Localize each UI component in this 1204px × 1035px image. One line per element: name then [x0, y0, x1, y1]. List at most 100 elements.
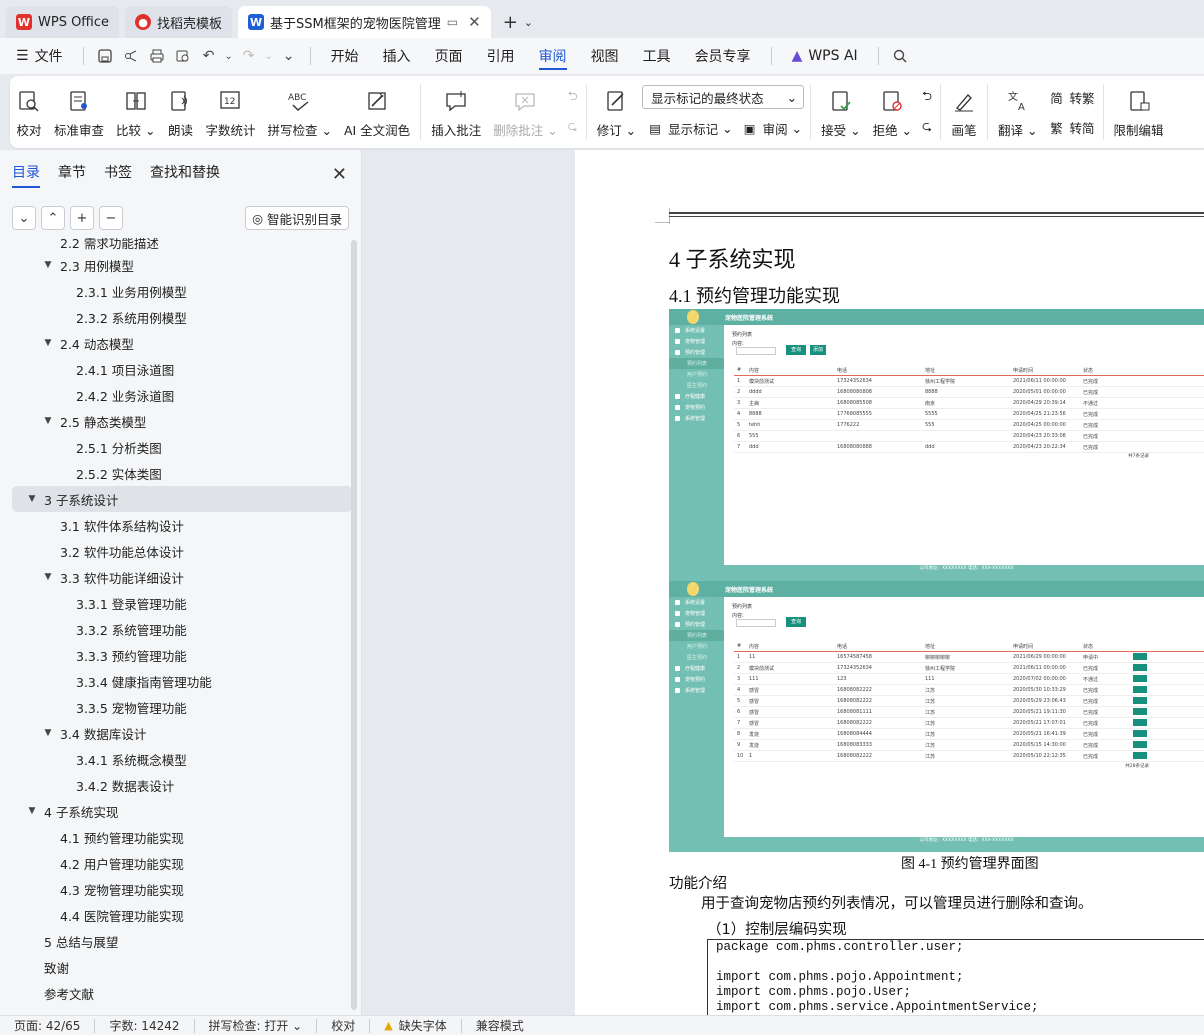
- page-indicator[interactable]: 页面: 42/65: [0, 1018, 96, 1033]
- toc-item[interactable]: 2.4.2 业务泳道图: [12, 382, 352, 408]
- new-tab-button[interactable]: + ⌄: [497, 6, 539, 38]
- display-mode-select[interactable]: 显示标记的最终状态 ⌄: [642, 85, 805, 109]
- menu-item-member[interactable]: 会员专享: [683, 38, 763, 74]
- chevron-down-icon[interactable]: ⌄: [263, 44, 275, 68]
- toc-item[interactable]: 致谢: [12, 954, 352, 980]
- toc-item[interactable]: 参考文献: [12, 980, 352, 1006]
- expand-arrow-icon[interactable]: ▼: [26, 806, 38, 816]
- previous-change-icon[interactable]: ⮌: [918, 86, 936, 108]
- to-traditional-button[interactable]: 简转繁: [1044, 86, 1099, 108]
- tab-document[interactable]: W 基于SSM框架的宠物医院管理 ▭ ✕: [238, 6, 491, 38]
- missing-font-status[interactable]: ▲ 缺失字体: [370, 1018, 462, 1033]
- toc-item[interactable]: ▼ 3.4 数据库设计: [12, 720, 352, 746]
- reject-button[interactable]: 拒绝 ⌄: [867, 80, 918, 144]
- toc-item[interactable]: 3.4.1 系统概念模型: [12, 746, 352, 772]
- toc-item[interactable]: 2.2 需求功能描述: [12, 238, 352, 252]
- restrict-edit-button[interactable]: 限制编辑: [1108, 80, 1170, 144]
- toc-item[interactable]: 4.3 宠物管理功能实现: [12, 876, 352, 902]
- toc-item[interactable]: 3.3.4 健康指南管理功能: [12, 668, 352, 694]
- toc-item[interactable]: 2.3.1 业务用例模型: [12, 278, 352, 304]
- read-aloud-button[interactable]: 朗读: [161, 80, 199, 144]
- revise-button[interactable]: 修订 ⌄: [591, 80, 642, 144]
- spell-check-status[interactable]: 拼写检查: 打开 ⌄: [195, 1018, 318, 1033]
- redo-icon[interactable]: ↷: [237, 44, 261, 68]
- accept-button[interactable]: 接受 ⌄: [815, 80, 866, 144]
- tab-toc[interactable]: 目录: [12, 162, 40, 188]
- translate-button[interactable]: 文A 翻译 ⌄: [992, 80, 1043, 144]
- toc-item[interactable]: 2.4.1 项目泳道图: [12, 356, 352, 382]
- file-menu[interactable]: ☰ 文件: [10, 38, 75, 74]
- tab-bookmarks[interactable]: 书签: [104, 162, 132, 188]
- delete-comment-button[interactable]: 删除批注 ⌄: [487, 80, 563, 144]
- save-icon[interactable]: [93, 44, 117, 68]
- close-icon[interactable]: ✕: [468, 13, 481, 31]
- toc-item[interactable]: 3.1 软件体系结构设计: [12, 512, 352, 538]
- add-heading-icon[interactable]: +: [70, 206, 94, 230]
- toc-scrollbar[interactable]: [351, 240, 357, 1010]
- toc-item[interactable]: ▼ 3 子系统设计: [12, 486, 352, 512]
- monitor-icon[interactable]: ▭: [447, 15, 458, 29]
- toc-item[interactable]: 3.3.3 预约管理功能: [12, 642, 352, 668]
- word-count[interactable]: 字数: 14242: [95, 1018, 195, 1033]
- toc-item[interactable]: 2.5.1 分析类图: [12, 434, 352, 460]
- toc-item[interactable]: ▼ 2.3 用例模型: [12, 252, 352, 278]
- spell-check-button[interactable]: ABC 拼写检查 ⌄: [262, 80, 338, 144]
- toc-item[interactable]: 3.3.1 登录管理功能: [12, 590, 352, 616]
- show-markup-button[interactable]: ▤ 显示标记 ⌄: [642, 117, 736, 139]
- toc-item[interactable]: 3.3.2 系统管理功能: [12, 616, 352, 642]
- toc-item[interactable]: ▼ 2.4 动态模型: [12, 330, 352, 356]
- remove-heading-icon[interactable]: −: [99, 206, 123, 230]
- review-pane-button[interactable]: ▣ 审阅 ⌄: [737, 117, 806, 139]
- toc-item[interactable]: 4.2 用户管理功能实现: [12, 850, 352, 876]
- tab-wps-office[interactable]: W WPS Office: [6, 6, 120, 38]
- smart-toc-button[interactable]: ◎ 智能识别目录: [245, 206, 349, 230]
- toc-item[interactable]: 3.3.5 宠物管理功能: [12, 694, 352, 720]
- word-count-button[interactable]: 12 字数统计: [199, 80, 261, 144]
- proofread-button[interactable]: 校对: [10, 80, 48, 144]
- next-change-icon[interactable]: ⮎: [918, 116, 936, 138]
- tab-docer[interactable]: ● 找稻壳模板: [125, 6, 233, 38]
- previous-comment-icon[interactable]: ⮌: [564, 86, 582, 108]
- next-comment-icon[interactable]: ⮎: [564, 116, 582, 138]
- close-panel-icon[interactable]: ✕: [332, 164, 347, 185]
- chevron-down-icon[interactable]: ⌄: [223, 44, 235, 68]
- print-icon[interactable]: [145, 44, 169, 68]
- wps-ai-button[interactable]: ▲ WPS AI: [780, 38, 870, 74]
- toc-item[interactable]: 3.4.2 数据表设计: [12, 772, 352, 798]
- menu-item-insert[interactable]: 插入: [371, 38, 423, 74]
- pen-button[interactable]: 画笔: [945, 80, 983, 144]
- insert-comment-button[interactable]: 插入批注: [425, 80, 487, 144]
- collapse-up-icon[interactable]: ⌃: [41, 206, 65, 230]
- standard-review-button[interactable]: 标准审查: [48, 80, 110, 144]
- compare-button[interactable]: 比较 ⌄: [110, 80, 161, 144]
- tab-find-replace[interactable]: 查找和替换: [150, 162, 220, 188]
- appointment-screenshot-figure[interactable]: 宠物医院管理系统 系统设置 宠物管理 预约管理 预约列表 用户预约 医生预约 疗程健康 宠物预约…: [669, 309, 1204, 852]
- expand-arrow-icon[interactable]: ▼: [42, 338, 54, 348]
- toc-item[interactable]: 3.2 软件功能总体设计: [12, 538, 352, 564]
- expand-arrow-icon[interactable]: ▼: [42, 260, 54, 270]
- toc-item[interactable]: ▼ 3.3 软件功能详细设计: [12, 564, 352, 590]
- share-icon[interactable]: [119, 44, 143, 68]
- toc-item[interactable]: 2.3.2 系统用例模型: [12, 304, 352, 330]
- expand-arrow-icon[interactable]: ▼: [42, 416, 54, 426]
- menu-item-start[interactable]: 开始: [319, 38, 371, 74]
- toc-item[interactable]: 4.4 医院管理功能实现: [12, 902, 352, 928]
- menu-item-view[interactable]: 视图: [579, 38, 631, 74]
- print-preview-icon[interactable]: [171, 44, 195, 68]
- menu-item-review[interactable]: 审阅: [527, 38, 579, 74]
- toc-item[interactable]: ▼ 2.5 静态类模型: [12, 408, 352, 434]
- ai-polish-button[interactable]: AI 全文润色: [338, 80, 416, 144]
- toc-item[interactable]: ▼ 4 子系统实现: [12, 798, 352, 824]
- expand-arrow-icon[interactable]: ▼: [26, 494, 38, 504]
- toc-item[interactable]: 5 总结与展望: [12, 928, 352, 954]
- proofread-status[interactable]: 校对: [317, 1018, 371, 1033]
- more-chevron-icon[interactable]: ⌄: [277, 44, 301, 68]
- menu-item-tools[interactable]: 工具: [631, 38, 683, 74]
- chevron-down-icon[interactable]: ⌄: [524, 16, 533, 29]
- expand-arrow-icon[interactable]: ▼: [42, 728, 54, 738]
- undo-icon[interactable]: ↶: [197, 44, 221, 68]
- to-simplified-button[interactable]: 繁转简: [1044, 116, 1099, 138]
- menu-item-page[interactable]: 页面: [423, 38, 475, 74]
- expand-down-icon[interactable]: ⌄: [12, 206, 36, 230]
- toc-item[interactable]: 4.1 预约管理功能实现: [12, 824, 352, 850]
